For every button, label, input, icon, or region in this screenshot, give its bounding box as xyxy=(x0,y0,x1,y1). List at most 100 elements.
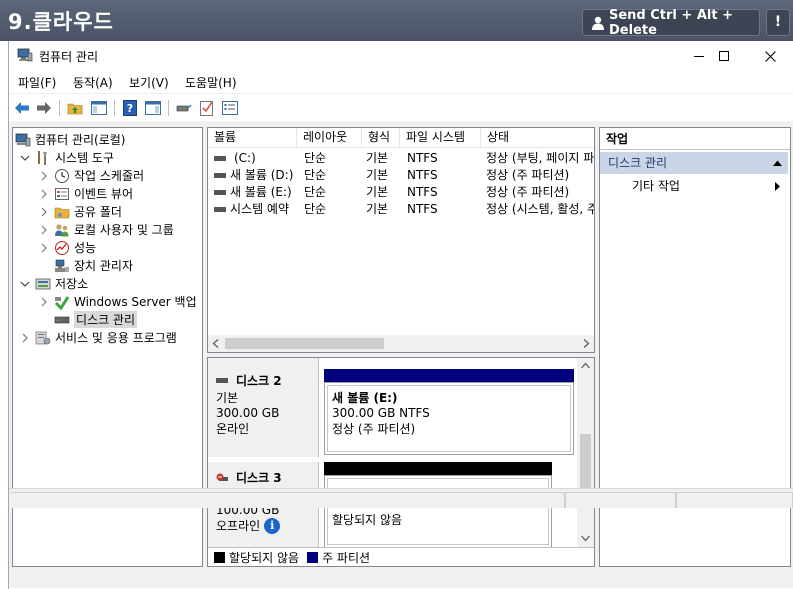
forward-button[interactable] xyxy=(34,98,54,118)
status-bar xyxy=(9,488,793,508)
table-row[interactable]: 시스템 예약 단순 기본 NTFS 정상 (시스템, 활성, 주 xyxy=(208,201,594,218)
status-cell: 정상 (부팅, 페이지 파 xyxy=(486,151,595,165)
close-button[interactable] xyxy=(747,41,793,71)
table-row[interactable]: 새 볼륨 (D:) 단순 기본 NTFS 정상 (주 파티션) xyxy=(208,167,594,184)
disk-2-partition-box[interactable]: 새 볼륨 (E:) 300.00 GB NTFS 정상 (주 파티션) xyxy=(324,382,574,455)
help-button[interactable]: ? xyxy=(120,98,140,118)
disk-3-status: 오프라인 xyxy=(216,519,261,533)
chevron-right-icon[interactable] xyxy=(38,188,50,200)
tree-root[interactable]: 컴퓨터 관리(로컬) xyxy=(15,131,125,148)
cloud-toolbar: 9.클라우드 Send Ctrl + Alt + Delete ! xyxy=(0,0,793,41)
tree-item-task-scheduler[interactable]: 작업 스케줄러 xyxy=(38,167,144,184)
action-section-label: 디스크 관리 xyxy=(608,156,668,170)
volume-name: 시스템 예약 xyxy=(230,202,290,216)
back-button[interactable] xyxy=(12,98,32,118)
column-header-volume[interactable]: 볼륨 xyxy=(208,128,297,148)
chevron-right-icon[interactable] xyxy=(38,296,50,308)
tree-item-windows-server-backup[interactable]: Windows Server 백업 xyxy=(38,293,197,310)
status-cell: 정상 (주 파티션) xyxy=(486,185,570,199)
menu-help[interactable]: 도움말(H) xyxy=(185,74,237,91)
event-viewer-icon xyxy=(54,186,70,202)
disk-3-name: 디스크 3 xyxy=(236,471,282,485)
table-row[interactable]: 새 볼륨 (E:) 단순 기본 NTFS 정상 (주 파티션) xyxy=(208,184,594,201)
horizontal-scrollbar-thumb[interactable] xyxy=(225,338,384,349)
info-icon[interactable]: i xyxy=(264,517,281,534)
chevron-down-icon[interactable] xyxy=(581,534,590,542)
volume-name-cell: 새 볼륨 (E:) xyxy=(208,184,304,201)
chevron-right-icon[interactable] xyxy=(38,224,50,236)
chevron-down-icon[interactable] xyxy=(19,152,31,164)
volume-drive-icon xyxy=(214,156,226,161)
show-hide-action-pane-button[interactable] xyxy=(143,98,163,118)
tree-item-storage-label: 저장소 xyxy=(55,277,89,291)
vertical-scrollbar[interactable] xyxy=(577,358,594,548)
column-header-status[interactable]: 상태 xyxy=(481,128,594,148)
tree-item-system-tools[interactable]: 시스템 도구 xyxy=(19,149,114,166)
title-bar: 컴퓨터 관리 xyxy=(9,41,793,71)
disk-2-label-panel[interactable]: 디스크 2 기본 300.00 GB 온라인 xyxy=(208,358,319,457)
toolbar-separator xyxy=(168,100,169,116)
disk-3-partition-box[interactable]: 100.00 GB 할당되지 않음 xyxy=(324,475,552,548)
chevron-right-icon[interactable] xyxy=(38,170,50,182)
disk-2-name: 디스크 2 xyxy=(236,374,282,388)
performance-icon xyxy=(54,240,70,256)
view-properties-button[interactable] xyxy=(220,98,240,118)
partition-details: 새 볼륨 (E:) 300.00 GB NTFS 정상 (주 파티션) xyxy=(327,385,571,452)
disk-2-partition-bar xyxy=(324,369,574,382)
menu-action[interactable]: 동작(A) xyxy=(73,74,113,91)
properties-icon xyxy=(222,101,238,115)
disk-3-unallocated-bar xyxy=(324,462,552,475)
column-header-type[interactable]: 형식 xyxy=(362,128,400,148)
menu-file[interactable]: 파일(F) xyxy=(18,74,56,91)
menu-bar: 파일(F) 동작(A) 보기(V) 도움말(H) xyxy=(9,71,793,93)
tree-item-shared-folders-label: 공유 폴더 xyxy=(74,205,122,219)
action-section-disk-management[interactable]: 디스크 관리 xyxy=(600,152,788,174)
layout-cell: 단순 xyxy=(304,168,327,182)
tree-item-device-manager[interactable]: 장치 관리자 xyxy=(54,257,133,274)
menu-view[interactable]: 보기(V) xyxy=(129,74,169,91)
tree-item-disk-management[interactable]: 디스크 관리 xyxy=(54,311,138,328)
up-folder-button[interactable] xyxy=(65,98,85,118)
tree-item-disk-management-label: 디스크 관리 xyxy=(74,311,138,328)
chevron-right-icon[interactable] xyxy=(582,339,590,348)
partition-status: 정상 (주 파티션) xyxy=(332,422,416,436)
action-more-actions[interactable]: 기타 작업 xyxy=(600,176,788,196)
alert-button[interactable]: ! xyxy=(766,9,790,36)
chevron-up-icon[interactable] xyxy=(581,362,590,370)
tree-item-local-users-groups[interactable]: 로컬 사용자 및 그룹 xyxy=(38,221,174,238)
send-ctrl-alt-delete-button[interactable]: Send Ctrl + Alt + Delete xyxy=(582,8,760,38)
show-hide-tree-button[interactable] xyxy=(89,98,109,118)
tree-item-performance-label: 성능 xyxy=(74,241,97,255)
chevron-right-icon[interactable] xyxy=(38,242,50,254)
volume-name-cell: 새 볼륨 (D:) xyxy=(208,167,304,184)
console-tree-icon xyxy=(91,101,107,115)
tree-item-local-users-groups-label: 로컬 사용자 및 그룹 xyxy=(74,223,174,237)
chevron-left-icon[interactable] xyxy=(212,339,220,348)
tree-item-shared-folders[interactable]: 공유 폴더 xyxy=(38,203,122,220)
connect-disk-button[interactable] xyxy=(174,98,194,118)
submenu-arrow-icon xyxy=(775,182,780,191)
table-row[interactable]: (C:) 단순 기본 NTFS 정상 (부팅, 페이지 파 xyxy=(208,150,595,167)
type-cell: 기본 xyxy=(366,185,389,199)
check-properties-button[interactable] xyxy=(197,98,217,118)
disk-drive-icon xyxy=(216,378,228,383)
chevron-right-icon[interactable] xyxy=(19,332,31,344)
tree-item-storage[interactable]: 저장소 xyxy=(19,275,88,292)
tree-item-performance[interactable]: 성능 xyxy=(38,239,96,256)
collapse-up-icon[interactable] xyxy=(773,160,782,166)
maximize-button[interactable] xyxy=(701,41,747,71)
chevron-right-icon[interactable] xyxy=(38,206,50,218)
column-header-file-system[interactable]: 파일 시스템 xyxy=(400,128,481,148)
horizontal-scrollbar[interactable] xyxy=(208,335,594,352)
chevron-down-icon[interactable] xyxy=(19,278,31,290)
status-bar-panel xyxy=(676,492,793,508)
tree-item-event-viewer[interactable]: 이벤트 뷰어 xyxy=(38,185,133,202)
tree-item-services-applications[interactable]: 서비스 및 응용 프로그램 xyxy=(19,329,177,346)
disk-drive-icon xyxy=(54,312,70,328)
column-header-layout[interactable]: 레이아웃 xyxy=(297,128,362,148)
device-manager-icon xyxy=(54,258,70,274)
toolbar: ? xyxy=(9,93,793,121)
tree-item-system-tools-label: 시스템 도구 xyxy=(55,151,115,165)
maximize-icon xyxy=(719,51,729,61)
toolbar-separator xyxy=(114,100,115,116)
